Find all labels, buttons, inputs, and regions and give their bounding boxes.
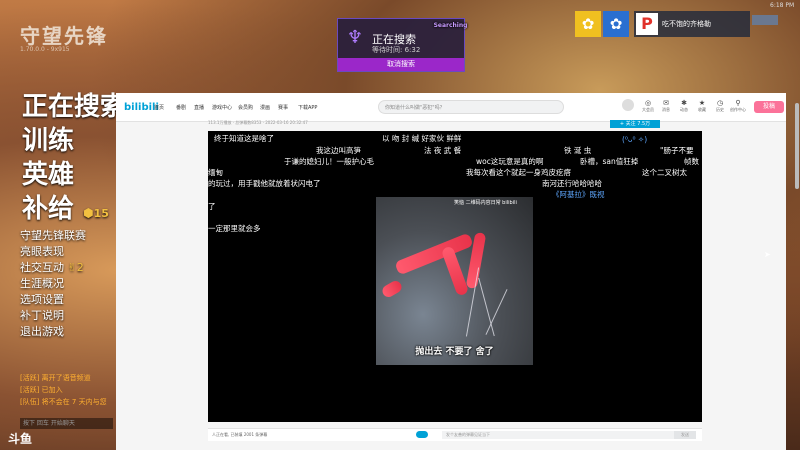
video-watermark: 笑恼 二维码内容日常 bilibili	[454, 200, 517, 206]
danmaku: 的玩过，用手戳他就放着状闪电了	[208, 179, 321, 188]
danmaku: 《阿基拉》既视	[552, 190, 605, 199]
danmaku-bar: 人正在看, 已装填 2001 条弹幕 发个友善的弹幕见证当下 发送	[208, 428, 702, 441]
danmaku: 缅甸	[208, 168, 223, 177]
video-subtitle: 抛出去 不要了 舍了	[415, 347, 494, 357]
menu-social-label: 社交互动	[20, 261, 64, 274]
chat-log: [活跃] 离开了语音频道 [活跃] 已加入 [队伍] 将不会在 7 天内与您	[20, 372, 107, 408]
danmaku: 我这边叫高笋	[316, 146, 361, 155]
menu-league[interactable]: 守望先锋联赛	[20, 228, 86, 244]
supply-icon: ⬢	[83, 206, 94, 220]
douyu-watermark: 斗鱼	[8, 432, 33, 446]
player-name: 吃不饱的齐格勒	[662, 20, 711, 28]
danmaku: 法 夜 武 餐	[424, 146, 462, 155]
follow-button[interactable]: + 关注 7.5万	[610, 120, 660, 128]
menu-options[interactable]: 选项设置	[20, 292, 64, 308]
avatar: P	[636, 13, 658, 35]
nav-live[interactable]: 直播	[194, 104, 204, 111]
nav-manga[interactable]: 漫画	[260, 104, 270, 111]
menu-highlights[interactable]: 亮眼表现	[20, 244, 64, 260]
danmaku-send-button[interactable]: 发送	[674, 431, 696, 439]
clock: 6:18 PM	[770, 2, 795, 9]
danmaku: 一定那里就会多	[208, 224, 261, 233]
fiber	[478, 277, 495, 337]
upload-button[interactable]: 投稿	[754, 101, 784, 113]
group-icon[interactable]: ✿	[575, 11, 601, 37]
danmaku-input[interactable]: 发个友善的弹幕见证当下	[442, 431, 674, 439]
danmaku: 终于知道这是啥了	[214, 134, 274, 143]
chat-line: [活跃] 已加入	[20, 386, 63, 394]
nav-anime[interactable]: 番剧	[176, 104, 186, 111]
danmaku: (⁰ᴗ⁰ ✧)	[622, 135, 648, 144]
video-player[interactable]: 终于知道这是啥了 以 吻 封 缄 好家伙 鲜鲜 我这边叫高笋 法 夜 武 餐 铁…	[208, 131, 702, 422]
friends-list-icon[interactable]: ✿	[603, 11, 629, 37]
nav-download-app[interactable]: 下载APP	[298, 104, 317, 111]
game-version: 1.70.0.0 - 9x915	[20, 46, 70, 53]
nav-esports[interactable]: 赛事	[278, 104, 288, 111]
danmaku: 这个二叉树太	[642, 168, 687, 177]
scrollbar[interactable]	[795, 103, 799, 189]
menu-career[interactable]: 生涯概况	[20, 276, 64, 292]
menu-patch-notes[interactable]: 补丁说明	[20, 308, 64, 324]
browser-window: bilibili 首页 番剧 直播 游戏中心 会员购 漫画 赛事 下载APP 你…	[116, 93, 786, 450]
chat-line: [队伍] 将不会在 7 天内与您	[20, 398, 107, 406]
vip-icon[interactable]: ◎ 大会员	[638, 99, 658, 113]
video-meta: 113.1万播放 · 总弹幕数8353 · 2022-03-16 20:32:4…	[208, 120, 308, 125]
danmaku: 以 吻 封 缄 好家伙 鲜鲜	[382, 134, 462, 143]
dynamic-icon[interactable]: ✱ 动态	[674, 99, 694, 113]
fiber	[485, 289, 508, 335]
social-count: 2	[76, 261, 84, 274]
danmaku: 南河还行哈哈哈哈	[542, 179, 602, 188]
nav-home[interactable]: 首页	[154, 104, 164, 111]
menu-heroes[interactable]: 英雄	[22, 158, 74, 192]
user-avatar[interactable]	[622, 99, 634, 111]
supply-count: 15	[93, 207, 109, 220]
friends-icon: ✌	[67, 261, 77, 274]
danmaku: 铁 涎 虫	[564, 146, 592, 155]
worm-segment	[380, 278, 404, 300]
nav-game-center[interactable]: 游戏中心	[212, 104, 232, 111]
creator-center-icon[interactable]: ⚲ 创作中心	[728, 99, 748, 113]
favorites-icon[interactable]: ★ 收藏	[692, 99, 712, 113]
danmaku: 帧数	[684, 157, 699, 166]
danmaku: 于谦的媳妇儿！一般护心毛	[284, 157, 374, 166]
menu-supply[interactable]: 补给 ⬢15	[22, 192, 109, 231]
mouse-cursor-icon: ➤	[764, 250, 771, 259]
video-frame: 笑恼 二维码内容日常 bilibili 抛出去 不要了 舍了	[376, 197, 533, 365]
menu-supply-label: 补给	[22, 194, 75, 224]
worm-segment	[440, 245, 470, 297]
worm-segment	[394, 232, 474, 276]
cancel-search-button[interactable]: 取消搜索	[338, 58, 464, 71]
danmaku: woc这玩意是真的啊	[476, 157, 544, 166]
danmaku-toggle[interactable]	[416, 431, 428, 438]
player-level-badge	[752, 15, 778, 25]
menu-social[interactable]: 社交互动 ✌2	[20, 260, 84, 276]
danmaku: 卧槽，san值狂掉	[580, 157, 639, 166]
matchmaking-panel: ♆ Searching 正在搜索 等待时间: 6:32 取消搜索	[337, 18, 467, 72]
bilibili-header: bilibili 首页 番剧 直播 游戏中心 会员购 漫画 赛事 下载APP 你…	[116, 93, 786, 122]
wait-time: 等待时间: 6:32	[372, 46, 421, 54]
chat-input[interactable]: 按下 回车 开始聊天	[20, 418, 113, 429]
game-logo: 守望先锋	[20, 24, 108, 48]
danmaku: "肠子不要	[660, 146, 694, 155]
player-profile[interactable]: P 吃不饱的齐格勒	[634, 11, 750, 37]
menu-exit[interactable]: 退出游戏	[20, 324, 64, 340]
history-icon[interactable]: ◷ 历史	[710, 99, 730, 113]
menu-training[interactable]: 训练	[22, 124, 74, 158]
search-input[interactable]: 你知道什么叫做"恶犯"吗？	[378, 100, 564, 114]
message-icon[interactable]: ✉ 消息	[656, 99, 676, 113]
danmaku: 我每次看这个就起一身鸡皮疙瘩	[466, 168, 571, 177]
nav-mall[interactable]: 会员购	[238, 104, 253, 111]
menu-searching[interactable]: 正在搜索	[22, 90, 126, 124]
rank-icon: ♆	[346, 27, 364, 48]
viewer-info: 人正在看, 已装填 2001 条弹幕	[212, 432, 268, 437]
danmaku: 了	[208, 202, 216, 211]
chat-line: [活跃] 离开了语音频道	[20, 374, 91, 382]
